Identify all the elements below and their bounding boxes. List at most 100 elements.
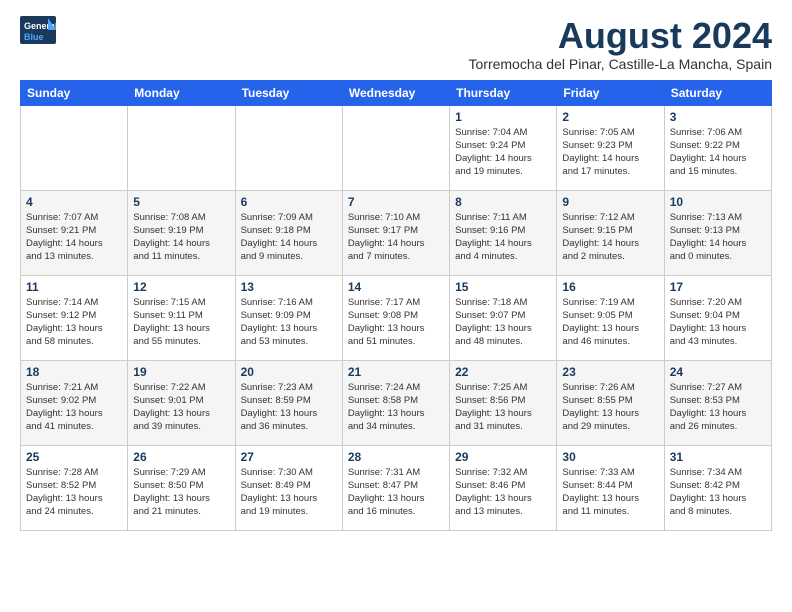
calendar-cell: 20Sunrise: 7:23 AM Sunset: 8:59 PM Dayli…	[235, 360, 342, 445]
day-number: 24	[670, 365, 766, 379]
day-info: Sunrise: 7:15 AM Sunset: 9:11 PM Dayligh…	[133, 296, 229, 349]
calendar-cell: 7 Sunrise: 7:10 AM Sunset: 9:17 PM Daylig…	[342, 190, 449, 275]
day-info: Sunrise: 7:20 AM Sunset: 9:04 PM Dayligh…	[670, 296, 766, 349]
day-info: Sunrise: 7:04 AM Sunset: 9:24 PM Dayligh…	[455, 126, 551, 179]
day-number: 8	[455, 195, 551, 209]
day-number: 12	[133, 280, 229, 294]
weekday-header-monday: Monday	[128, 80, 235, 105]
day-number: 28	[348, 450, 444, 464]
day-number: 19	[133, 365, 229, 379]
calendar-cell: 19 Sunrise: 7:22 AM Sunset: 9:01 PM Dayli…	[128, 360, 235, 445]
day-info: Sunrise: 7:24 AM Sunset: 8:58 PM Dayligh…	[348, 381, 444, 434]
calendar-cell: 10 Sunrise: 7:13 AM Sunset: 9:13 PM Dayli…	[664, 190, 771, 275]
calendar-cell: 14 Sunrise: 7:17 AM Sunset: 9:08 PM Dayli…	[342, 275, 449, 360]
day-info: Sunrise: 7:32 AM Sunset: 8:46 PM Dayligh…	[455, 466, 551, 519]
day-info: Sunrise: 7:08 AM Sunset: 9:19 PM Dayligh…	[133, 211, 229, 264]
week-row-2: 4Sunrise: 7:07 AM Sunset: 9:21 PM Daylig…	[21, 190, 772, 275]
day-number: 29	[455, 450, 551, 464]
calendar-cell: 6 Sunrise: 7:09 AM Sunset: 9:18 PM Daylig…	[235, 190, 342, 275]
week-row-5: 25Sunrise: 7:28 AM Sunset: 8:52 PM Dayli…	[21, 445, 772, 530]
calendar-header-row: SundayMondayTuesdayWednesdayThursdayFrid…	[21, 80, 772, 105]
calendar-cell: 31 Sunrise: 7:34 AM Sunset: 8:42 PM Dayli…	[664, 445, 771, 530]
calendar-cell: 12 Sunrise: 7:15 AM Sunset: 9:11 PM Dayli…	[128, 275, 235, 360]
calendar-cell: 15 Sunrise: 7:18 AM Sunset: 9:07 PM Dayli…	[450, 275, 557, 360]
day-info: Sunrise: 7:12 AM Sunset: 9:15 PM Dayligh…	[562, 211, 658, 264]
calendar-cell: 26 Sunrise: 7:29 AM Sunset: 8:50 PM Dayli…	[128, 445, 235, 530]
calendar-cell: 24Sunrise: 7:27 AM Sunset: 8:53 PM Dayli…	[664, 360, 771, 445]
calendar-cell: 23Sunrise: 7:26 AM Sunset: 8:55 PM Dayli…	[557, 360, 664, 445]
logo-area: General Blue	[20, 16, 56, 44]
day-number: 6	[241, 195, 337, 209]
calendar-cell: 2 Sunrise: 7:05 AM Sunset: 9:23 PM Daylig…	[557, 105, 664, 190]
calendar-cell: 25Sunrise: 7:28 AM Sunset: 8:52 PM Dayli…	[21, 445, 128, 530]
day-info: Sunrise: 7:29 AM Sunset: 8:50 PM Dayligh…	[133, 466, 229, 519]
weekday-header-saturday: Saturday	[664, 80, 771, 105]
calendar-cell: 17 Sunrise: 7:20 AM Sunset: 9:04 PM Dayli…	[664, 275, 771, 360]
logo-icon: General Blue	[20, 16, 56, 44]
day-info: Sunrise: 7:19 AM Sunset: 9:05 PM Dayligh…	[562, 296, 658, 349]
day-info: Sunrise: 7:17 AM Sunset: 9:08 PM Dayligh…	[348, 296, 444, 349]
header: General Blue August 2024 Torremocha del …	[20, 16, 772, 72]
week-row-4: 18Sunrise: 7:21 AM Sunset: 9:02 PM Dayli…	[21, 360, 772, 445]
weekday-header-thursday: Thursday	[450, 80, 557, 105]
logo-row: General Blue	[20, 16, 56, 44]
page: General Blue August 2024 Torremocha del …	[0, 0, 792, 547]
title-area: August 2024 Torremocha del Pinar, Castil…	[469, 16, 773, 72]
day-number: 27	[241, 450, 337, 464]
day-info: Sunrise: 7:30 AM Sunset: 8:49 PM Dayligh…	[241, 466, 337, 519]
day-number: 21	[348, 365, 444, 379]
calendar-cell: 30 Sunrise: 7:33 AM Sunset: 8:44 PM Dayli…	[557, 445, 664, 530]
day-info: Sunrise: 7:18 AM Sunset: 9:07 PM Dayligh…	[455, 296, 551, 349]
day-number: 3	[670, 110, 766, 124]
calendar-cell: 27 Sunrise: 7:30 AM Sunset: 8:49 PM Dayli…	[235, 445, 342, 530]
calendar-cell: 5Sunrise: 7:08 AM Sunset: 9:19 PM Daylig…	[128, 190, 235, 275]
day-number: 16	[562, 280, 658, 294]
subtitle: Torremocha del Pinar, Castille-La Mancha…	[469, 56, 773, 72]
day-info: Sunrise: 7:10 AM Sunset: 9:17 PM Dayligh…	[348, 211, 444, 264]
day-number: 26	[133, 450, 229, 464]
day-info: Sunrise: 7:16 AM Sunset: 9:09 PM Dayligh…	[241, 296, 337, 349]
calendar-cell: 11Sunrise: 7:14 AM Sunset: 9:12 PM Dayli…	[21, 275, 128, 360]
weekday-header-sunday: Sunday	[21, 80, 128, 105]
day-number: 7	[348, 195, 444, 209]
day-number: 1	[455, 110, 551, 124]
calendar-cell: 28Sunrise: 7:31 AM Sunset: 8:47 PM Dayli…	[342, 445, 449, 530]
calendar-cell: 16 Sunrise: 7:19 AM Sunset: 9:05 PM Dayli…	[557, 275, 664, 360]
month-title: August 2024	[469, 16, 773, 56]
calendar-cell	[21, 105, 128, 190]
day-number: 30	[562, 450, 658, 464]
week-row-1: 1 Sunrise: 7:04 AM Sunset: 9:24 PM Daylig…	[21, 105, 772, 190]
day-number: 9	[562, 195, 658, 209]
day-number: 20	[241, 365, 337, 379]
calendar-cell: 4Sunrise: 7:07 AM Sunset: 9:21 PM Daylig…	[21, 190, 128, 275]
day-info: Sunrise: 7:33 AM Sunset: 8:44 PM Dayligh…	[562, 466, 658, 519]
calendar-cell	[342, 105, 449, 190]
calendar-cell: 13 Sunrise: 7:16 AM Sunset: 9:09 PM Dayli…	[235, 275, 342, 360]
day-number: 17	[670, 280, 766, 294]
day-info: Sunrise: 7:22 AM Sunset: 9:01 PM Dayligh…	[133, 381, 229, 434]
day-number: 18	[26, 365, 122, 379]
calendar-cell: 9 Sunrise: 7:12 AM Sunset: 9:15 PM Daylig…	[557, 190, 664, 275]
calendar-table: SundayMondayTuesdayWednesdayThursdayFrid…	[20, 80, 772, 531]
day-number: 14	[348, 280, 444, 294]
day-info: Sunrise: 7:09 AM Sunset: 9:18 PM Dayligh…	[241, 211, 337, 264]
day-info: Sunrise: 7:13 AM Sunset: 9:13 PM Dayligh…	[670, 211, 766, 264]
day-info: Sunrise: 7:07 AM Sunset: 9:21 PM Dayligh…	[26, 211, 122, 264]
calendar-cell	[128, 105, 235, 190]
calendar-cell: 21 Sunrise: 7:24 AM Sunset: 8:58 PM Dayli…	[342, 360, 449, 445]
day-info: Sunrise: 7:25 AM Sunset: 8:56 PM Dayligh…	[455, 381, 551, 434]
calendar-cell: 18Sunrise: 7:21 AM Sunset: 9:02 PM Dayli…	[21, 360, 128, 445]
calendar-cell	[235, 105, 342, 190]
day-number: 10	[670, 195, 766, 209]
weekday-header-friday: Friday	[557, 80, 664, 105]
day-number: 13	[241, 280, 337, 294]
calendar-cell: 29 Sunrise: 7:32 AM Sunset: 8:46 PM Dayli…	[450, 445, 557, 530]
day-number: 15	[455, 280, 551, 294]
day-number: 31	[670, 450, 766, 464]
day-info: Sunrise: 7:28 AM Sunset: 8:52 PM Dayligh…	[26, 466, 122, 519]
day-number: 2	[562, 110, 658, 124]
svg-text:Blue: Blue	[24, 32, 44, 42]
day-info: Sunrise: 7:34 AM Sunset: 8:42 PM Dayligh…	[670, 466, 766, 519]
day-info: Sunrise: 7:05 AM Sunset: 9:23 PM Dayligh…	[562, 126, 658, 179]
day-info: Sunrise: 7:11 AM Sunset: 9:16 PM Dayligh…	[455, 211, 551, 264]
